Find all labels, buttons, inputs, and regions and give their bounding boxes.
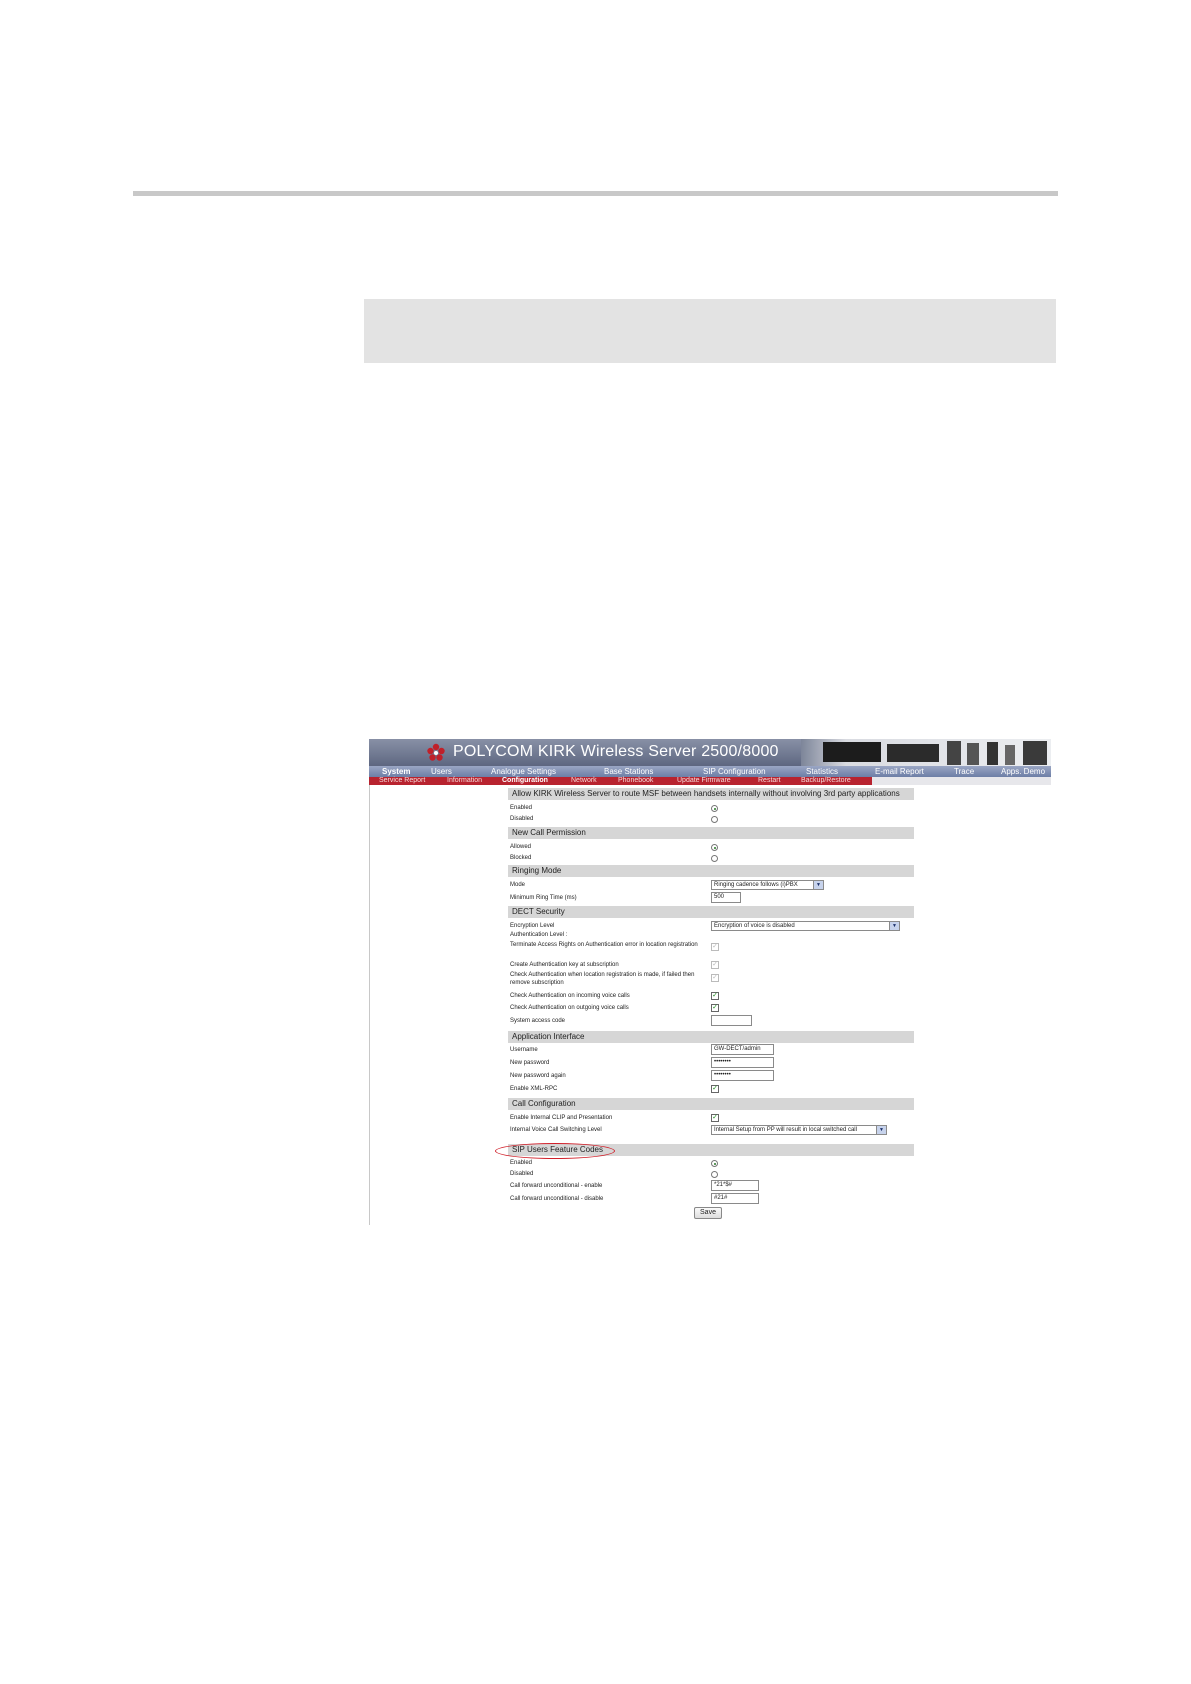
- nav-trace[interactable]: Trace: [954, 766, 974, 777]
- encryption-select[interactable]: Encryption of voice is disabled ▼: [711, 921, 900, 931]
- clip-label: Enable Internal CLIP and Presentation: [510, 1115, 613, 1121]
- auth-level-label: Authentication Level :: [510, 932, 568, 938]
- encryption-label: Encryption Level: [510, 923, 555, 929]
- nav-system[interactable]: System: [382, 766, 410, 777]
- sip-enabled-radio[interactable]: [711, 1160, 718, 1167]
- hardware-image: [801, 739, 1051, 766]
- enable-xml-rpc-checkbox[interactable]: ✓: [711, 1085, 719, 1093]
- create-key-label: Create Authentication key at subscriptio…: [510, 962, 619, 968]
- ringing-mode-value: Ringing cadence follows (i)PBX: [714, 882, 798, 888]
- nav-sip-configuration[interactable]: SIP Configuration: [703, 766, 766, 777]
- sip-disabled-label: Disabled: [510, 1171, 534, 1177]
- access-code-label: System access code: [510, 1018, 566, 1024]
- new-password-input[interactable]: ••••••••: [711, 1057, 774, 1068]
- call-allowed-radio[interactable]: [711, 844, 718, 851]
- chevron-down-icon[interactable]: ▼: [876, 1126, 886, 1134]
- access-code-input[interactable]: [711, 1015, 752, 1026]
- msf-enabled-label: Enabled: [510, 805, 533, 811]
- clip-checkbox[interactable]: ✓: [711, 1114, 719, 1122]
- chevron-down-icon[interactable]: ▼: [889, 922, 899, 930]
- min-ring-label: Minimum Ring Time (ms): [510, 895, 577, 901]
- msf-enabled-radio[interactable]: [711, 805, 718, 812]
- subnav-information[interactable]: Information: [447, 777, 482, 785]
- switching-level-label: Internal Voice Call Switching Level: [510, 1127, 602, 1133]
- section-call-configuration: Call Configuration: [508, 1098, 914, 1110]
- section-msf-routing: Allow KIRK Wireless Server to route MSF …: [508, 788, 914, 800]
- section-ringing-mode: Ringing Mode: [508, 865, 914, 877]
- cfu-enable-label: Call forward unconditional - enable: [510, 1183, 603, 1189]
- section-title: New Call Permission: [512, 828, 586, 837]
- cfu-disable-label: Call forward unconditional - disable: [510, 1196, 604, 1202]
- screenshot-left-border: [369, 739, 370, 1225]
- embedded-screenshot: POLYCOM KIRK Wireless Server 2500/8000 S…: [369, 739, 1051, 1225]
- ringing-mode-label: Mode: [510, 882, 526, 888]
- min-ring-input[interactable]: 500: [711, 892, 741, 903]
- polycom-logo-icon: [427, 743, 445, 761]
- subnav-update-firmware[interactable]: Update Firmware: [677, 777, 731, 785]
- call-allowed-label: Allowed: [510, 844, 532, 850]
- create-key-checkbox[interactable]: ✓: [711, 961, 719, 969]
- subnav-restart[interactable]: Restart: [758, 777, 781, 785]
- check-outgoing-label: Check Authentication on outgoing voice c…: [510, 1005, 629, 1011]
- terminate-rights-checkbox[interactable]: ✓: [711, 943, 719, 951]
- subnav-configuration[interactable]: Configuration: [502, 777, 548, 785]
- highlight-annotation: [495, 1143, 615, 1159]
- check-location-checkbox[interactable]: ✓: [711, 974, 719, 982]
- check-location-label: Check Authentication when location regis…: [510, 972, 695, 986]
- nav-analogue-settings[interactable]: Analogue Settings: [491, 766, 556, 777]
- subnav-network[interactable]: Network: [571, 777, 597, 785]
- sip-disabled-radio[interactable]: [711, 1171, 718, 1178]
- check-incoming-label: Check Authentication on incoming voice c…: [510, 993, 630, 999]
- nav-email-report[interactable]: E-mail Report: [875, 766, 924, 777]
- subnav-phonebook[interactable]: Phonebook: [618, 777, 653, 785]
- section-title: Call Configuration: [512, 1099, 576, 1108]
- ringing-mode-select[interactable]: Ringing cadence follows (i)PBX ▼: [711, 880, 824, 890]
- msf-disabled-label: Disabled: [510, 816, 534, 822]
- section-title: Application Interface: [512, 1032, 585, 1041]
- sip-enabled-label: Enabled: [510, 1160, 533, 1166]
- app-title: POLYCOM KIRK Wireless Server 2500/8000: [453, 743, 779, 760]
- header-rule: [133, 191, 1058, 196]
- terminate-rights-label: Terminate Access Rights on Authenticatio…: [510, 942, 698, 948]
- call-blocked-radio[interactable]: [711, 855, 718, 862]
- section-title: Ringing Mode: [512, 866, 562, 875]
- section-new-call-permission: New Call Permission: [508, 827, 914, 839]
- section-dect-security: DECT Security: [508, 906, 914, 918]
- nav-users[interactable]: Users: [431, 766, 452, 777]
- subnav-backup-restore[interactable]: Backup/Restore: [801, 777, 851, 785]
- call-blocked-label: Blocked: [510, 855, 532, 861]
- main-nav: System Users Analogue Settings Base Stat…: [369, 766, 1051, 777]
- section-title: DECT Security: [512, 907, 565, 916]
- switching-level-select[interactable]: Internal Setup from PP will result in lo…: [711, 1125, 887, 1135]
- nav-base-stations[interactable]: Base Stations: [604, 766, 653, 777]
- nav-apps-demo[interactable]: Apps. Demo: [1001, 766, 1045, 777]
- username-label: Username: [510, 1047, 538, 1053]
- check-incoming-checkbox[interactable]: ✓: [711, 992, 719, 1000]
- new-password-label: New password: [510, 1060, 550, 1066]
- msf-disabled-radio[interactable]: [711, 816, 718, 823]
- nav-statistics[interactable]: Statistics: [806, 766, 838, 777]
- username-input[interactable]: GW-DECT/admin: [711, 1044, 774, 1055]
- check-outgoing-checkbox[interactable]: ✓: [711, 1004, 719, 1012]
- switching-level-value: Internal Setup from PP will result in lo…: [714, 1127, 857, 1133]
- enable-xml-rpc-label: Enable XML-RPC: [510, 1086, 558, 1092]
- save-button[interactable]: Save: [694, 1207, 722, 1219]
- new-password-again-input[interactable]: ••••••••: [711, 1070, 774, 1081]
- encryption-value: Encryption of voice is disabled: [714, 923, 795, 929]
- section-application-interface: Application Interface: [508, 1031, 914, 1043]
- section-title: Allow KIRK Wireless Server to route MSF …: [512, 789, 900, 798]
- chevron-down-icon[interactable]: ▼: [813, 881, 823, 889]
- subnav-service-report[interactable]: Service Report: [379, 777, 425, 785]
- cfu-disable-input[interactable]: #21#: [711, 1193, 759, 1204]
- new-password-again-label: New password again: [510, 1073, 566, 1079]
- app-banner: POLYCOM KIRK Wireless Server 2500/8000: [369, 739, 1051, 766]
- cfu-enable-input[interactable]: *21*$#: [711, 1180, 759, 1191]
- note-box: [364, 299, 1056, 363]
- sub-nav: Service Report Information Configuration…: [369, 777, 1051, 785]
